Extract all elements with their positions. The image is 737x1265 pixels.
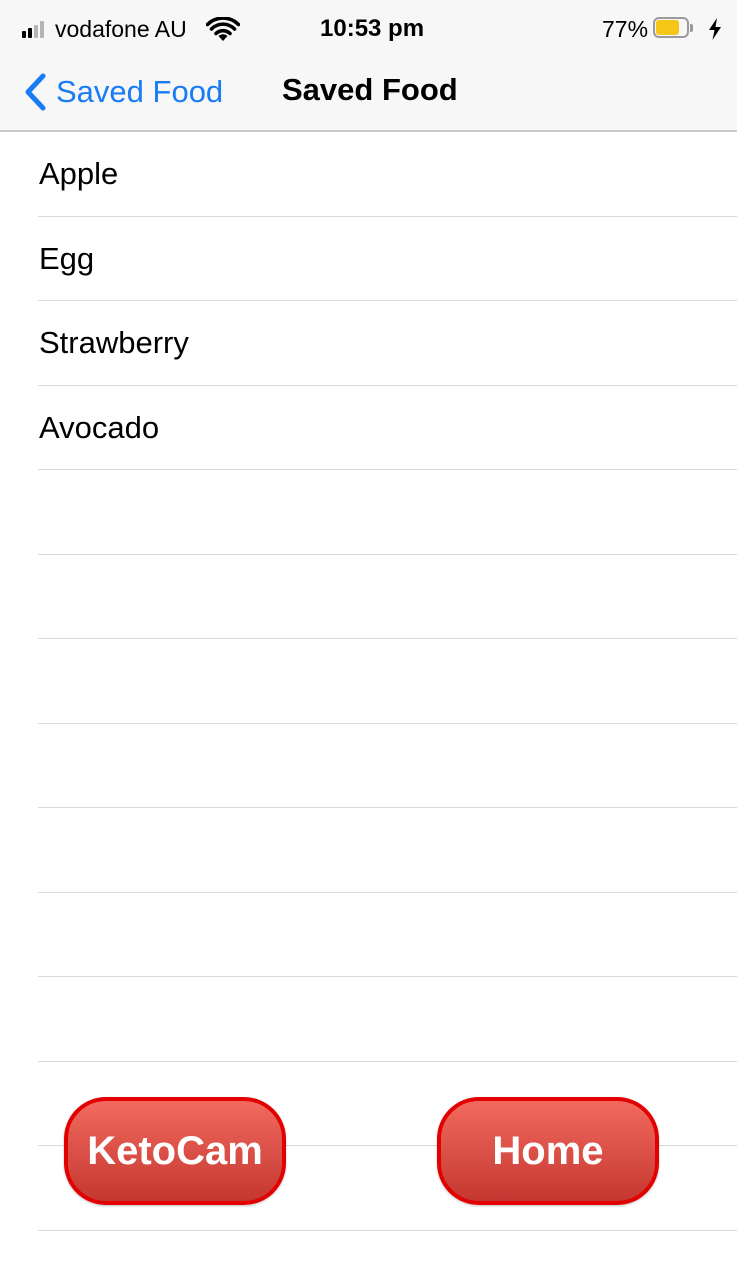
chevron-left-icon (25, 73, 46, 111)
list-item[interactable]: Egg (0, 217, 737, 302)
battery-level-fill (656, 20, 679, 35)
battery-icon (653, 17, 693, 40)
top-chrome: vodafone AU 10:53 pm 77% Saved Food Save… (0, 0, 737, 132)
empty-list-row (0, 893, 737, 978)
list-item-label: Strawberry (39, 325, 189, 360)
wifi-icon (206, 17, 240, 41)
empty-list-row (0, 724, 737, 809)
status-time: 10:53 pm (320, 15, 425, 42)
cellular-signal-icon (22, 20, 48, 38)
back-button[interactable]: Saved Food (24, 70, 223, 114)
list-item[interactable]: Strawberry (0, 301, 737, 386)
charging-bolt-icon (709, 18, 721, 40)
list-item-label: Egg (39, 240, 95, 276)
saved-food-screen: vodafone AU 10:53 pm 77% Saved Food Save… (0, 0, 737, 1265)
status-bar: vodafone AU 10:53 pm 77% (0, 0, 737, 58)
home-button[interactable]: Home (437, 1097, 659, 1205)
list-item[interactable]: Apple (0, 132, 737, 217)
empty-list-row (0, 639, 737, 724)
battery-percent: 77% (602, 16, 649, 42)
empty-list-row (0, 808, 737, 893)
list-item-label: Apple (39, 156, 119, 191)
ketocam-button-label: KetoCam (87, 1128, 263, 1173)
back-button-label: Saved Food (56, 74, 224, 109)
empty-list-row (0, 977, 737, 1062)
page-title: Saved Food (282, 72, 458, 107)
ketocam-button[interactable]: KetoCam (64, 1097, 286, 1205)
empty-list-row (0, 470, 737, 555)
navigation-bar: Saved Food Saved Food (0, 58, 737, 130)
home-button-label: Home (492, 1128, 604, 1173)
list-item-label: Avocado (39, 409, 160, 445)
carrier-name: vodafone AU (55, 16, 187, 42)
empty-list-row (0, 555, 737, 640)
list-item[interactable]: Avocado (0, 386, 737, 471)
saved-food-list: Apple Egg Strawberry Avocado (0, 132, 737, 1231)
